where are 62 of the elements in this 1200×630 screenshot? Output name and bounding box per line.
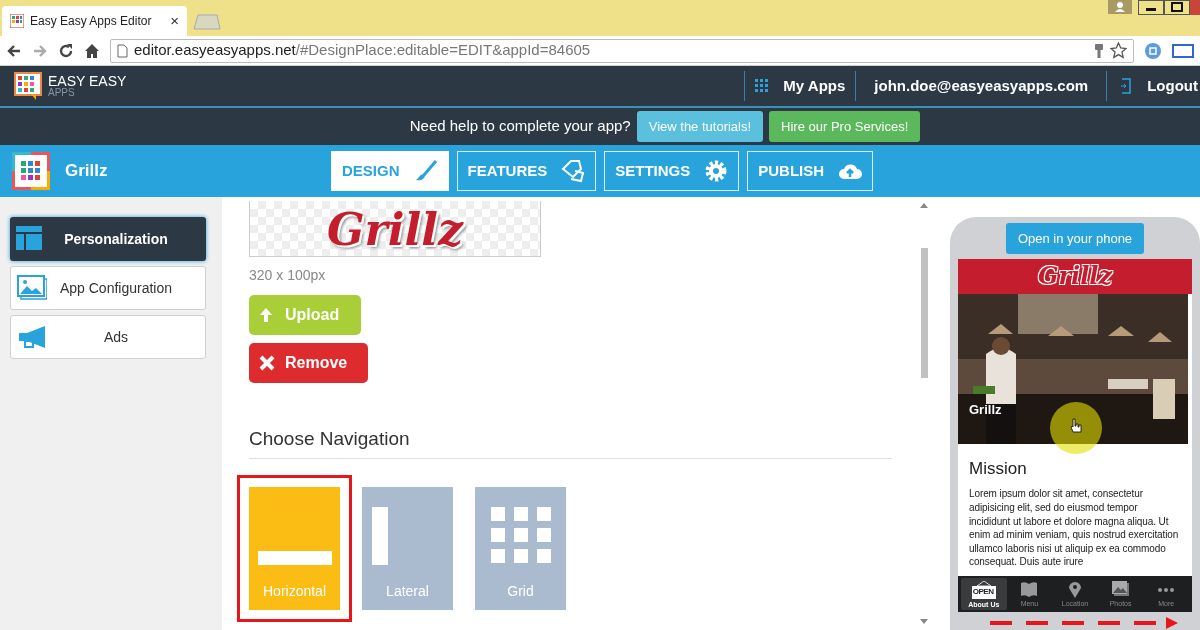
app-logo-icon — [14, 72, 42, 100]
app-logo-icon — [10, 14, 24, 28]
grid-icon — [755, 79, 770, 93]
screen-icon[interactable] — [1172, 42, 1194, 59]
remove-button[interactable]: Remove — [249, 343, 368, 383]
user-icon — [1108, 0, 1132, 15]
sign-text: OPEN — [972, 587, 994, 596]
hero-title: Grillz — [969, 401, 1002, 420]
back-icon[interactable] — [6, 42, 22, 59]
key-icon[interactable] — [1094, 42, 1104, 59]
book-icon — [1020, 581, 1039, 599]
section-heading: Choose Navigation — [249, 425, 892, 459]
scrollbar-thumb[interactable] — [920, 248, 928, 378]
logo-subtitle: APPS — [48, 88, 76, 98]
minimize-button[interactable] — [1138, 0, 1164, 15]
size-hint: 320 x 100px — [249, 266, 327, 285]
sidebar-icon — [372, 506, 388, 567]
scroll-down-icon — [920, 619, 928, 624]
sidebar-item[interactable]: Ads — [10, 315, 206, 359]
nav-tab[interactable]: PUBLISH — [747, 151, 874, 191]
page-icon — [117, 43, 128, 58]
extension-icon[interactable] — [1144, 41, 1162, 60]
maximize-button[interactable] — [1164, 0, 1190, 15]
image-icon — [17, 275, 47, 301]
help-button[interactable]: Hire our Pro Services! — [769, 111, 921, 142]
megaphone-icon — [17, 324, 47, 350]
scroll-up-icon — [920, 203, 928, 208]
help-text: Need help to complete your app? — [409, 116, 631, 137]
logo-title: EASY EASY — [48, 74, 127, 88]
app-icon — [12, 152, 50, 190]
app-name: Grillz — [65, 160, 109, 183]
map-pin-icon — [1066, 581, 1084, 599]
browser-tab[interactable]: Easy Easy Apps Editor × — [2, 6, 187, 36]
nav-tab[interactable]: FEATURES — [456, 151, 597, 191]
phone-logo-text: Grillz — [1037, 260, 1113, 293]
url-text: editor.easyeasyapps.net/#DesignPlace:editable=EDIT&appId=84605 — [134, 40, 592, 61]
close-tab-button[interactable]: × — [170, 9, 179, 33]
user-email: john.doe@easyeasyapps.com — [856, 71, 1108, 101]
reload-icon[interactable] — [58, 42, 74, 59]
sidebar-item[interactable]: Personalization — [10, 217, 206, 261]
logo-text: Grillz — [327, 208, 463, 256]
more-icon — [1157, 587, 1176, 592]
click-highlight — [1050, 401, 1102, 454]
nav-tab[interactable]: DESIGN — [331, 151, 449, 191]
content-heading: Mission — [969, 457, 1028, 480]
sidebar-item[interactable]: App Configuration — [10, 266, 206, 310]
home-icon[interactable] — [84, 42, 100, 59]
logout-icon — [1121, 78, 1132, 94]
tab-title: Easy Easy Apps Editor — [30, 13, 153, 30]
hand-cursor-icon — [1070, 417, 1082, 434]
nav-tab[interactable]: SETTINGS — [604, 151, 740, 191]
upload-icon — [259, 307, 275, 323]
tags-icon — [561, 159, 586, 183]
my-apps-link[interactable]: My Apps — [744, 71, 857, 101]
open-in-phone-button[interactable]: Open in your phone — [1005, 223, 1145, 254]
close-icon — [259, 355, 275, 371]
star-icon[interactable] — [1110, 42, 1127, 59]
photos-icon — [1111, 581, 1130, 599]
settings-icon — [704, 159, 729, 183]
logout-link[interactable]: Logout — [1107, 74, 1200, 98]
address-bar[interactable]: editor.easyeasyapps.net/#DesignPlace:editable=EDIT&appId=84605 — [110, 38, 1134, 63]
content-paragraph: Lorem ipsum dolor sit amet, consectetur adipisicing elit, sed do eiusmod tempor incididunt ut labore et dolore magna aliqua. Ut enim ad minim veniam, quis nostrud exercitation ullamco laboris nisi ut aliquip ex ea commodo consequat. Duis aute irure — [969, 487, 1180, 569]
